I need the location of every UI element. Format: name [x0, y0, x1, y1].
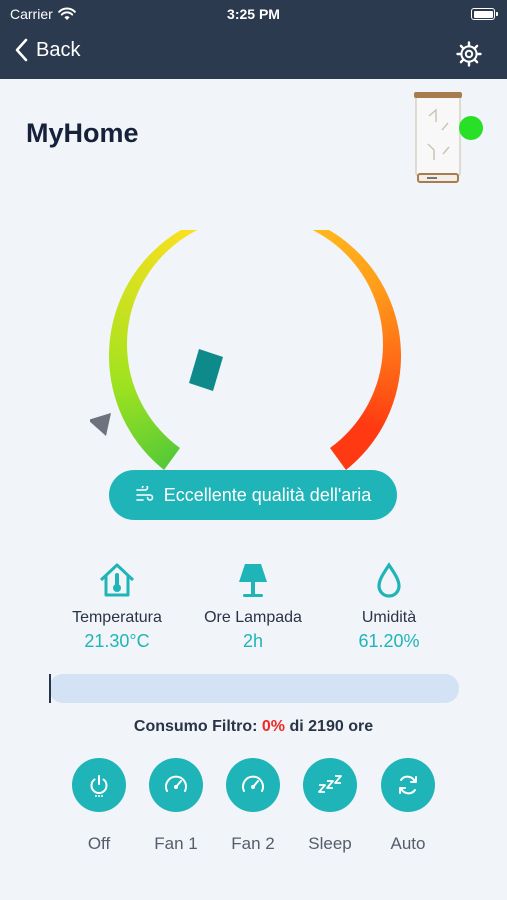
temperature-metric: Temperatura 21.30°C	[42, 560, 192, 652]
gauge-pointer-icon	[90, 413, 111, 436]
back-label: Back	[36, 38, 81, 61]
air-quality-label: Eccellente qualità dell'aria	[163, 484, 372, 505]
filter-consumption-label: Consumo Filtro:	[133, 718, 258, 735]
status-time: 3:25 PM	[227, 6, 280, 22]
off-button[interactable]	[72, 758, 126, 812]
page-title: MyHome	[26, 118, 139, 148]
gauge-needle	[189, 349, 223, 391]
lamp-hours-metric: Ore Lampada 2h	[178, 560, 328, 652]
humidity-metric: Umidità 61.20%	[314, 560, 464, 652]
speedometer-icon	[242, 775, 264, 792]
gear-icon[interactable]	[455, 40, 483, 68]
lamp-hours-value: 2h	[242, 631, 264, 651]
temperature-value: 21.30°C	[84, 631, 150, 651]
status-bar: Carrier 3:25 PM	[0, 0, 507, 28]
chevron-left-icon	[15, 38, 28, 62]
sleep-zzz-icon	[318, 775, 342, 793]
filter-consumption-total: di 2190 ore	[289, 718, 374, 735]
lamp-hours-label: Ore Lampada	[204, 609, 302, 626]
auto-button[interactable]	[381, 758, 435, 812]
auto-refresh-icon	[399, 775, 417, 795]
filter-usage-bar	[49, 674, 459, 703]
sleep-label: Sleep	[308, 834, 352, 853]
lamp-icon	[239, 564, 267, 597]
thermometer-house-icon	[99, 563, 135, 597]
off-label: Off	[87, 834, 111, 853]
speedometer-icon	[165, 775, 187, 792]
filter-usage-marker	[49, 674, 51, 703]
fan-1-label: Fan 1	[154, 834, 198, 853]
air-purifier-image	[414, 92, 462, 183]
filter-consumption-text: Consumo Filtro: 0% di 2190 ore	[0, 718, 507, 736]
navigation-header: Carrier 3:25 PM Back	[0, 0, 507, 79]
humidity-label: Umidità	[361, 609, 417, 626]
temperature-label: Temperatura	[72, 609, 162, 626]
back-button[interactable]: Back	[14, 38, 80, 62]
fan-2-label: Fan 2	[231, 834, 275, 853]
water-drop-icon	[377, 562, 401, 598]
auto-label: Auto	[390, 834, 426, 853]
filter-consumption-percent: 0%	[261, 718, 286, 735]
air-quality-status: Eccellente qualità dell'aria	[109, 470, 397, 520]
humidity-value: 61.20%	[358, 631, 420, 651]
power-icon	[90, 775, 108, 797]
battery-icon	[471, 8, 498, 20]
fan-2-button[interactable]	[226, 758, 280, 812]
wind-icon	[135, 486, 153, 501]
fan-1-button[interactable]	[149, 758, 203, 812]
device-status-indicator	[459, 116, 483, 140]
sleep-button[interactable]	[303, 758, 357, 812]
air-quality-gauge	[90, 230, 401, 471]
